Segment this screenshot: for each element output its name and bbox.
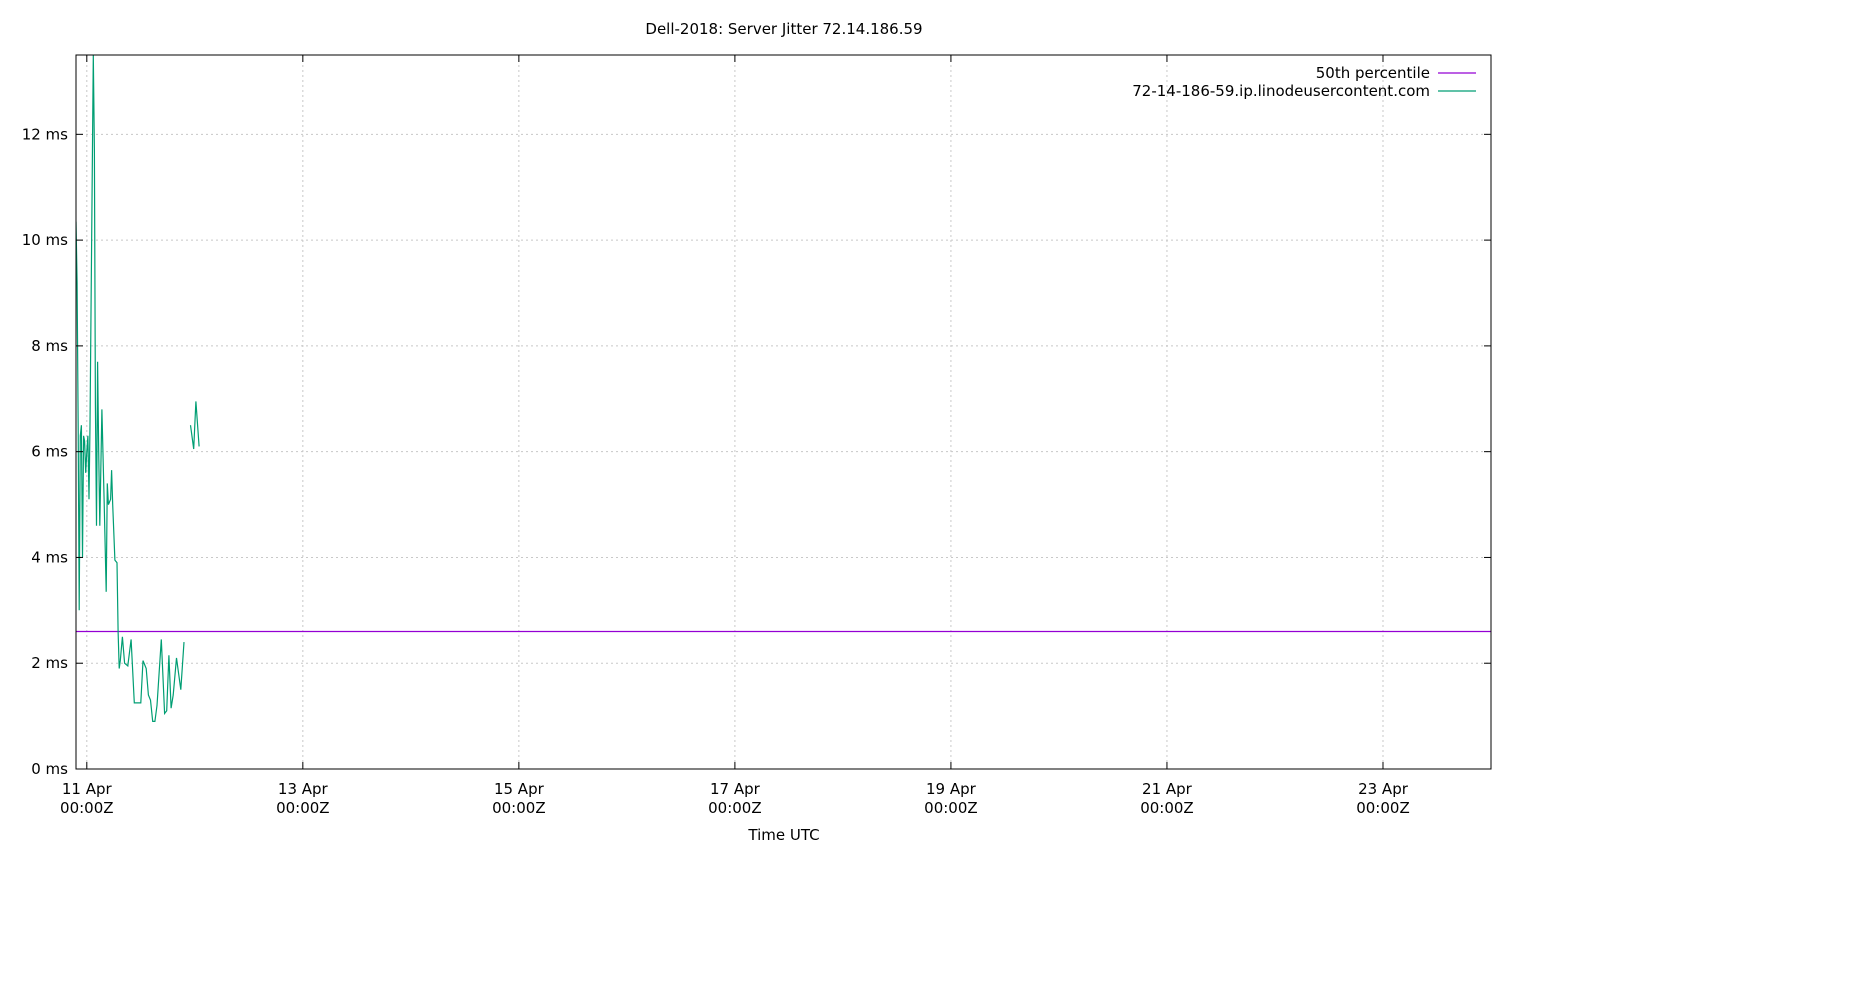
x-tick-time-label: 00:00Z — [60, 799, 114, 817]
x-tick-date-label: 15 Apr — [494, 780, 545, 798]
y-tick-label: 10 ms — [22, 231, 68, 249]
series-line-1 — [76, 55, 185, 723]
x-tick-date-label: 13 Apr — [278, 780, 329, 798]
x-tick-date-label: 23 Apr — [1358, 780, 1409, 798]
y-tick-label: 0 ms — [31, 760, 68, 778]
y-tick-label: 4 ms — [31, 548, 68, 566]
x-tick-time-label: 00:00Z — [276, 799, 330, 817]
x-tick-date-label: 19 Apr — [926, 780, 977, 798]
grid-lines — [76, 55, 1491, 769]
x-tick-time-label: 00:00Z — [1140, 799, 1194, 817]
x-tick-date-label: 21 Apr — [1142, 780, 1193, 798]
y-tick-label: 6 ms — [31, 443, 68, 461]
legend: 50th percentile72-14-186-59.ip.linodeuse… — [1132, 64, 1476, 100]
x-tick-date-label: 11 Apr — [62, 780, 113, 798]
axis-ticks: 0 ms2 ms4 ms6 ms8 ms10 ms12 ms11 Apr00:0… — [22, 55, 1491, 817]
series-layer — [76, 55, 1491, 723]
x-tick-time-label: 00:00Z — [708, 799, 762, 817]
series-line-1 — [189, 401, 200, 450]
x-tick-time-label: 00:00Z — [924, 799, 978, 817]
plot-frame — [75, 54, 1492, 770]
y-tick-label: 12 ms — [22, 125, 68, 143]
y-tick-label: 2 ms — [31, 654, 68, 672]
x-tick-time-label: 00:00Z — [492, 799, 546, 817]
chart-title: Dell-2018: Server Jitter 72.14.186.59 — [645, 20, 922, 38]
x-axis-label: Time UTC — [747, 826, 819, 844]
y-tick-label: 8 ms — [31, 337, 68, 355]
jitter-chart: Dell-2018: Server Jitter 72.14.186.59 0 … — [22, 20, 1492, 844]
legend-label: 72-14-186-59.ip.linodeusercontent.com — [1132, 82, 1430, 100]
x-tick-date-label: 17 Apr — [710, 780, 761, 798]
x-tick-time-label: 00:00Z — [1356, 799, 1410, 817]
legend-label: 50th percentile — [1316, 64, 1430, 82]
